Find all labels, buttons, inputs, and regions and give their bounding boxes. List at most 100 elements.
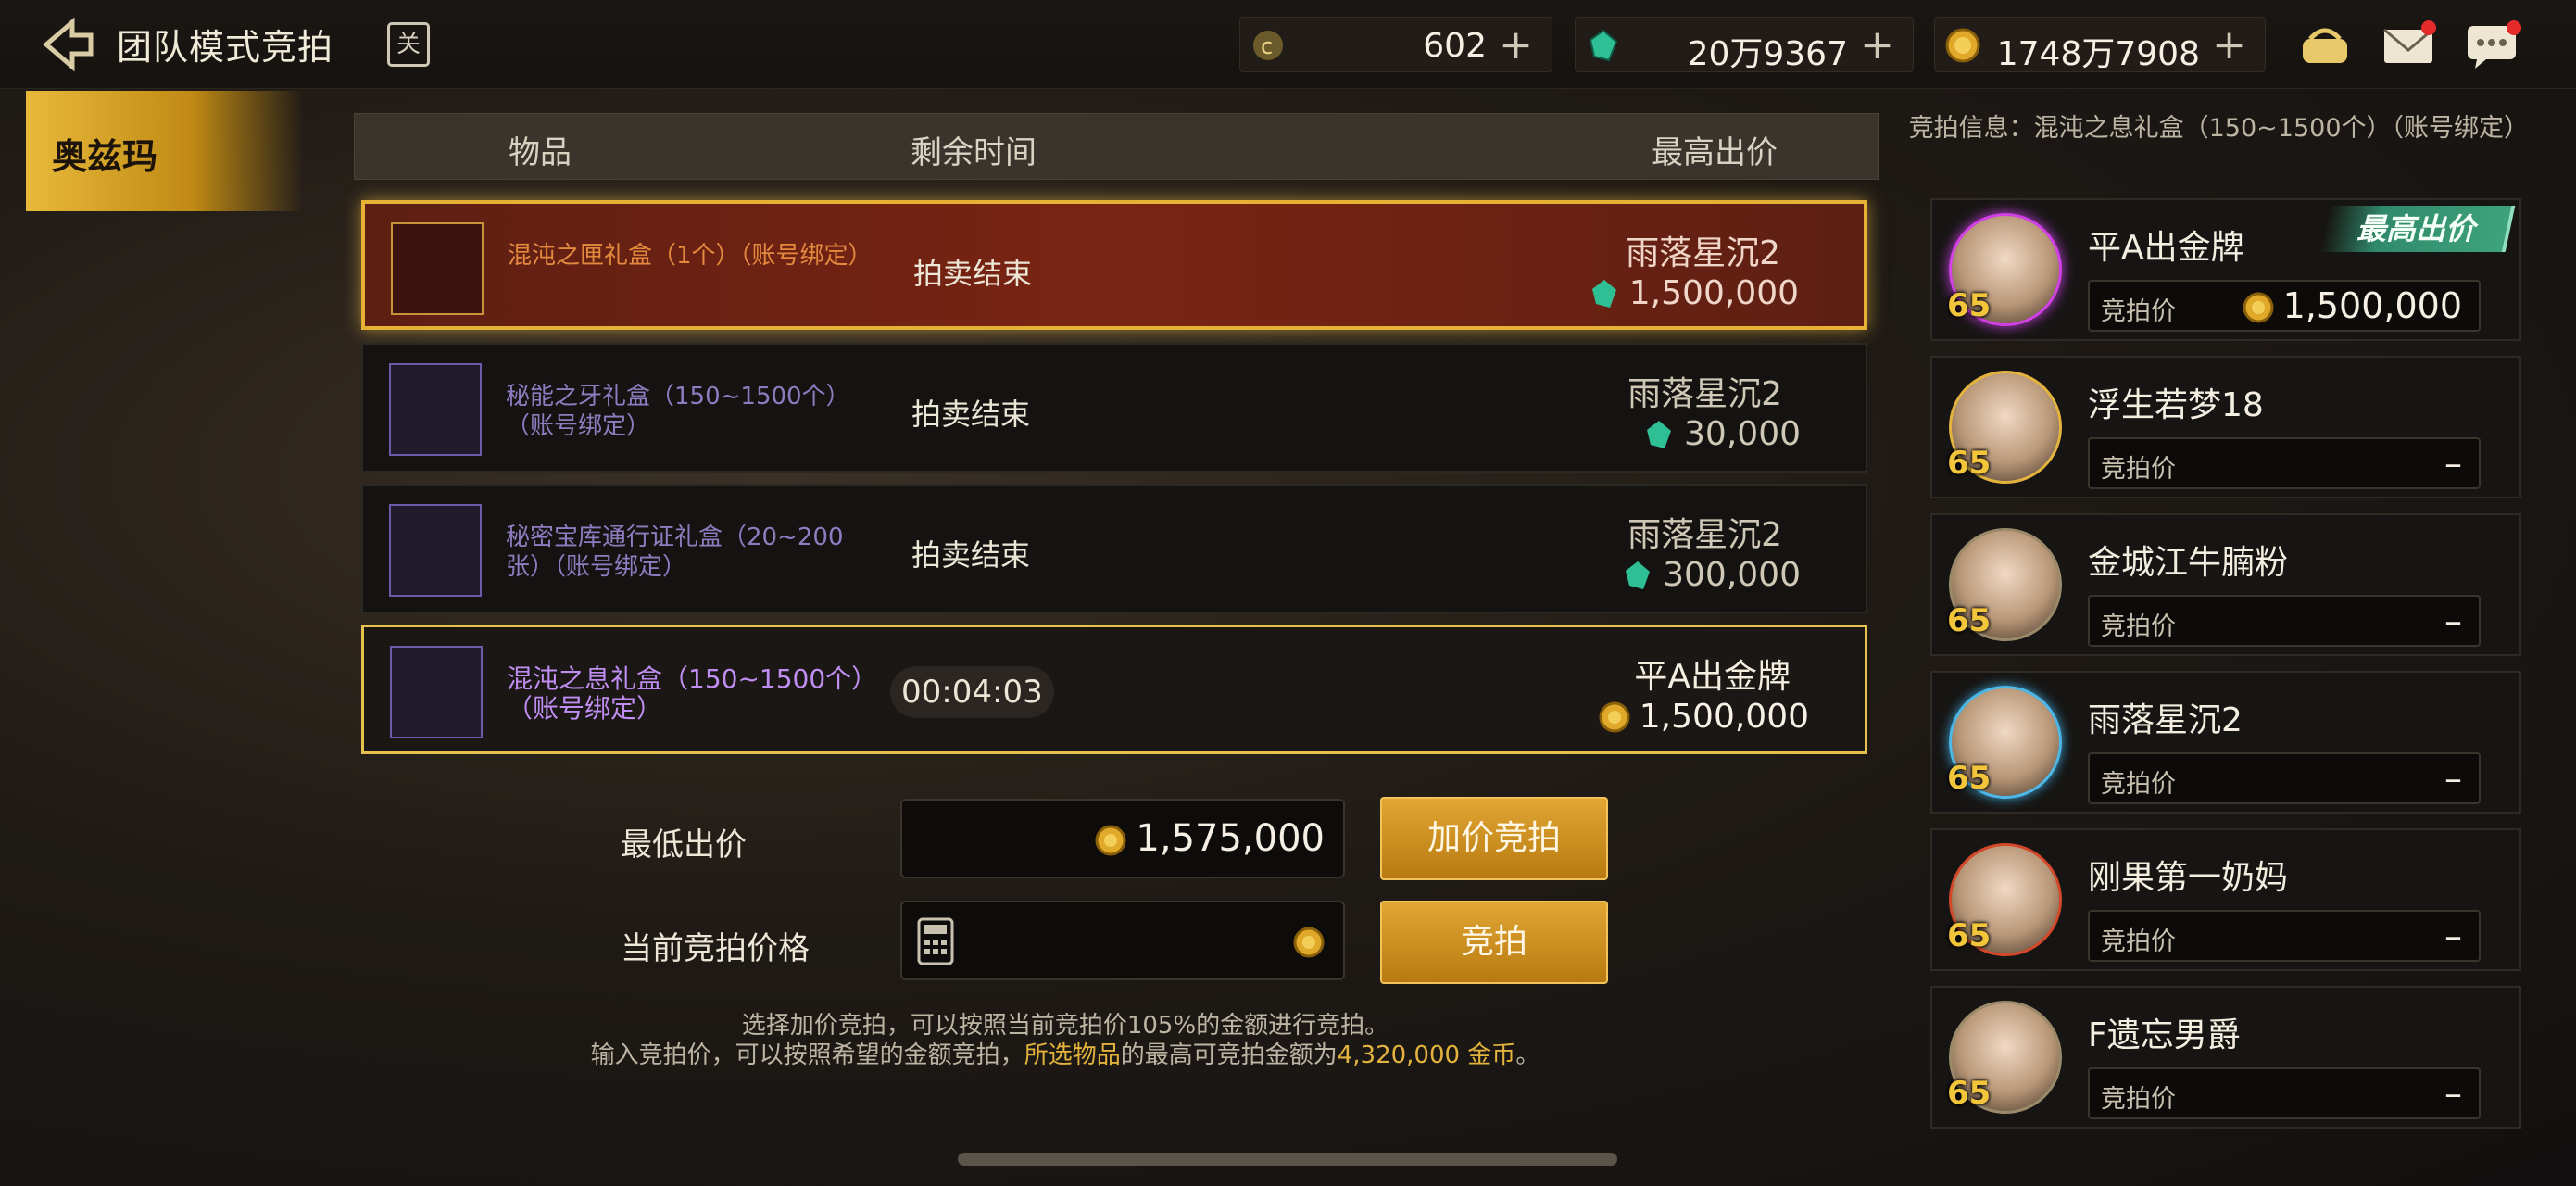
level-badge: 65 — [1947, 445, 1992, 482]
hint-line-2: 输入竞拍价，可以按照希望的金额竞拍，所选物品的最高可竞拍金额为4,320,000… — [500, 1040, 1630, 1071]
bidder-name: 雨落星沉2 — [2088, 701, 2243, 739]
header-top-bid: 最高出价 — [1652, 134, 1778, 171]
bid-price-label: 竞拍价 — [2101, 612, 2176, 641]
remaining-time: 拍卖结束 — [911, 397, 1031, 432]
level-badge: 65 — [1947, 917, 1992, 954]
bid-price-value: – — [2444, 443, 2462, 484]
header-time: 剩余时间 — [911, 134, 1037, 171]
remaining-time: 拍卖结束 — [911, 537, 1031, 573]
home-indicator[interactable] — [958, 1153, 1617, 1166]
auction-row[interactable]: 混沌之匣礼盒（1个）（账号绑定） 拍卖结束 雨落星沉2 1,500,000 — [361, 200, 1867, 330]
min-bid-amount: 1,575,000 — [1136, 817, 1325, 860]
min-bid-field: 1,575,000 — [900, 799, 1345, 878]
top-bidder: 平A出金牌 — [1634, 658, 1791, 696]
bid-price-box: 竞拍价 1,500,000 — [2088, 280, 2481, 332]
top-bid-value: 1,500,000 — [1628, 274, 1799, 312]
bid-price-box: 竞拍价 – — [2088, 595, 2481, 647]
current-price-label: 当前竞拍价格 — [621, 930, 810, 967]
bidder-name: 浮生若梦18 — [2088, 386, 2264, 424]
top-bidder: 雨落星沉2 — [1626, 234, 1780, 272]
add-currency-gold-button[interactable]: + — [2212, 21, 2246, 69]
top-bar: 团队模式竞拍 关 c 602 + 20万9367 + 1748万7908 + — [0, 0, 2576, 89]
coin-c-icon: c — [1253, 31, 1283, 60]
bid-price-label: 竞拍价 — [2101, 297, 2176, 326]
green-gem-icon — [1626, 561, 1651, 589]
item-name: 混沌之息礼盒（150~1500个）（账号绑定） — [507, 663, 865, 724]
add-currency-c-button[interactable]: + — [1499, 21, 1533, 69]
chat-notification-dot — [2507, 20, 2521, 35]
top-bid-badge: 最高出价 — [2319, 206, 2516, 252]
bidder-card: 65 金城江牛腩粉 竞拍价 – — [1930, 513, 2521, 656]
hint-highlight-max: 4,320,000 金币 — [1337, 1041, 1516, 1069]
bidder-name: F遗忘男爵 — [2088, 1016, 2241, 1054]
mystic-fang-box-icon — [389, 363, 482, 456]
currency-gem: 20万9367 + — [1575, 17, 1914, 73]
bid-price-box: 竞拍价 – — [2088, 437, 2481, 489]
item-name: 秘能之牙礼盒（150~1500个）（账号绑定） — [506, 383, 850, 440]
auction-row-selected[interactable]: 混沌之息礼盒（150~1500个）（账号绑定） 00:04:03 平A出金牌 1… — [361, 625, 1867, 754]
raise-bid-button[interactable]: 加价竞拍 — [1380, 797, 1608, 880]
min-bid-value: 1,575,000 — [1095, 817, 1325, 860]
green-gem-icon — [1589, 29, 1618, 62]
bidder-card: 65 F遗忘男爵 竞拍价 – — [1930, 986, 2521, 1129]
shop-icon[interactable] — [2297, 19, 2353, 70]
auction-row[interactable]: 秘能之牙礼盒（150~1500个）（账号绑定） 拍卖结束 雨落星沉2 30,00… — [361, 343, 1867, 473]
item-name: 秘密宝库通行证礼盒（20~200张）（账号绑定） — [506, 524, 844, 581]
green-gem-icon — [1647, 421, 1672, 448]
level-badge: 65 — [1947, 602, 1992, 639]
bid-price-value: – — [2444, 600, 2462, 641]
bid-price-value: – — [2444, 915, 2462, 956]
header-item: 物品 — [509, 134, 572, 171]
bidder-name: 刚果第一奶妈 — [2088, 859, 2289, 897]
gold-coin-icon — [1945, 28, 1980, 63]
bid-price-label: 竞拍价 — [2101, 770, 2176, 799]
level-badge: 65 — [1947, 760, 1992, 797]
back-arrow-icon[interactable] — [35, 13, 98, 76]
bid-price-value: 1,500,000 — [2243, 285, 2462, 326]
hint-highlight-selected: 所选物品 — [1024, 1041, 1121, 1069]
bid-price-value: – — [2444, 758, 2462, 799]
bid-price-label: 竞拍价 — [2101, 1085, 2176, 1114]
bidder-card: 65 浮生若梦18 竞拍价 – — [1930, 356, 2521, 498]
top-bid-value: 30,000 — [1684, 415, 1801, 453]
currency-c-value: 602 — [1423, 27, 1487, 65]
bid-price-box: 竞拍价 – — [2088, 910, 2481, 962]
auction-row[interactable]: 秘密宝库通行证礼盒（20~200张）（账号绑定） 拍卖结束 雨落星沉2 300,… — [361, 484, 1867, 613]
add-currency-gem-button[interactable]: + — [1860, 21, 1894, 69]
server-tab-ozma[interactable]: 奥兹玛 — [26, 91, 304, 211]
hint-line-1: 选择加价竞拍，可以按照当前竞拍价105%的金额进行竞拍。 — [741, 1012, 1389, 1040]
bid-price-input[interactable] — [900, 901, 1345, 980]
mail-notification-dot — [2421, 20, 2436, 35]
bid-price-value — [1284, 919, 1325, 962]
level-badge: 65 — [1947, 287, 1992, 324]
bidder-name: 平A出金牌 — [2088, 229, 2244, 267]
calendar-icon[interactable]: 关 — [387, 22, 430, 67]
bidder-card: 65 雨落星沉2 竞拍价 – — [1930, 671, 2521, 814]
bid-price-amount: 1,500,000 — [2282, 285, 2462, 326]
page-title: 团队模式竞拍 — [117, 27, 334, 68]
top-bid-amount: 1,500,000 — [1589, 274, 1799, 312]
remaining-time: 拍卖结束 — [913, 256, 1033, 291]
calculator-icon[interactable] — [917, 917, 954, 965]
top-bid-value: 1,500,000 — [1639, 698, 1809, 736]
top-bidder: 雨落星沉2 — [1627, 516, 1782, 554]
remaining-time: 00:04:03 — [890, 666, 1054, 718]
currency-gold-value: 1748万7908 — [1996, 35, 2200, 73]
auction-info: 竞拍信息：混沌之息礼盒（150~1500个）（账号绑定） — [1908, 114, 2529, 143]
chaos-breath-box-icon — [390, 646, 483, 738]
hint-text: 。 — [1515, 1041, 1540, 1069]
gold-coin-icon — [1599, 701, 1630, 733]
top-bidder: 雨落星沉2 — [1627, 375, 1782, 413]
table-header: 物品 剩余时间 最高出价 — [354, 113, 1879, 180]
top-bid-amount: 1,500,000 — [1599, 698, 1809, 736]
bidder-name: 金城江牛腩粉 — [2088, 544, 2289, 582]
hint-text: 的最高可竞拍金额为 — [1120, 1041, 1338, 1069]
top-bid-badge-label: 最高出价 — [2356, 211, 2475, 246]
bid-button[interactable]: 竞拍 — [1380, 901, 1608, 984]
bid-price-label: 竞拍价 — [2101, 455, 2176, 484]
green-gem-icon — [1591, 280, 1616, 308]
top-bid-value: 300,000 — [1663, 556, 1801, 594]
top-bid-amount: 300,000 — [1622, 556, 1801, 594]
bid-price-box: 竞拍价 – — [2088, 1067, 2481, 1119]
hint-text: 输入竞拍价，可以按照希望的金额竞拍， — [590, 1041, 1024, 1069]
